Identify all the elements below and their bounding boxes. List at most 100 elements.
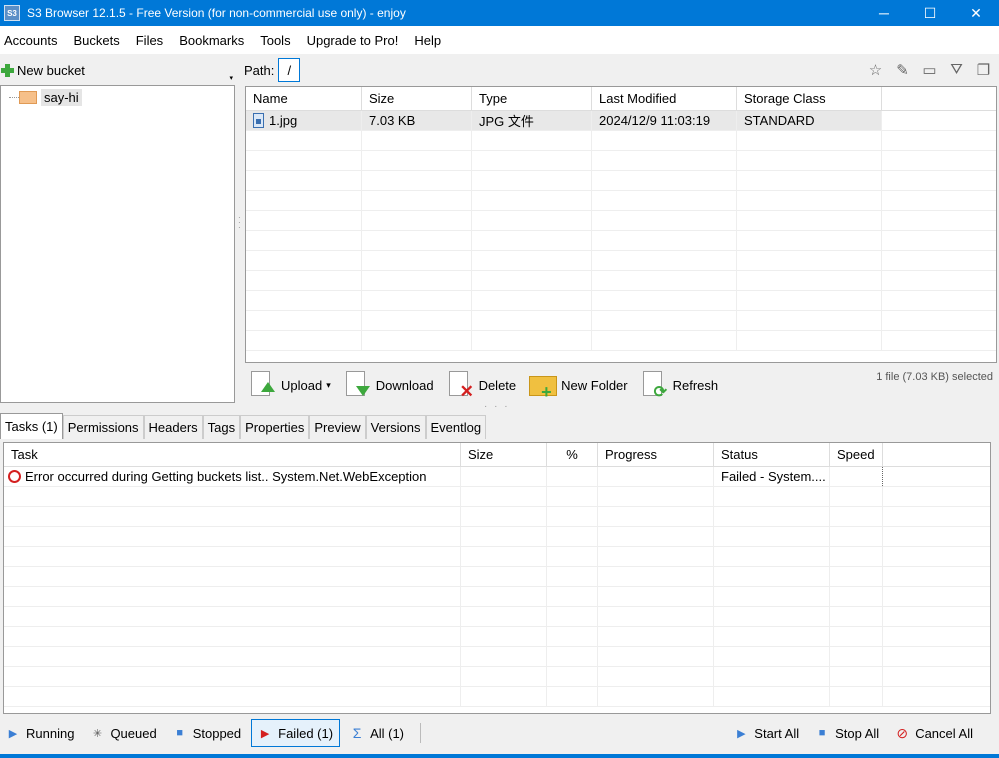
column-header-storage-class[interactable]: Storage Class [737, 87, 882, 110]
selection-status: 1 file (7.03 KB) selected [876, 371, 993, 383]
empty-row [246, 251, 996, 271]
filter-icon[interactable]: ⛛ [947, 60, 966, 79]
edit-icon[interactable]: ✎ [893, 60, 912, 79]
empty-row [246, 151, 996, 171]
new-bucket-button[interactable]: New bucket ▾ [0, 56, 236, 84]
play-icon: ▶ [8, 727, 18, 740]
new-folder-icon: + [529, 370, 558, 402]
task-list-header: Task Size % Progress Status Speed [4, 443, 990, 467]
window-icon[interactable]: ▭ [920, 60, 939, 79]
file-list-header: Name Size Type Last Modified Storage Cla… [246, 87, 996, 111]
filter-stopped-button[interactable]: ■ Stopped [167, 719, 247, 747]
empty-row [4, 567, 990, 587]
bucket-tree[interactable]: say-hi [0, 85, 235, 403]
star-icon[interactable]: ☆ [866, 60, 885, 79]
tab-tags[interactable]: Tags [202, 415, 241, 439]
file-list[interactable]: Name Size Type Last Modified Storage Cla… [245, 86, 997, 363]
menu-buckets[interactable]: Buckets [69, 33, 123, 48]
menu-help[interactable]: Help [410, 33, 445, 48]
column-header-status[interactable]: Status [714, 443, 830, 466]
tab-eventlog[interactable]: Eventlog [425, 415, 487, 439]
tab-preview[interactable]: Preview [309, 415, 366, 439]
vertical-splitter[interactable]: · · · [238, 214, 241, 232]
delete-label: Delete [478, 377, 517, 393]
column-header-task[interactable]: Task [4, 443, 461, 466]
task-progress [598, 467, 714, 486]
column-header-speed[interactable]: Speed [830, 443, 883, 466]
empty-row [246, 291, 996, 311]
download-button[interactable]: Download [340, 367, 434, 403]
filter-failed-button[interactable]: ▶ Failed (1) [251, 719, 341, 747]
stop-all-button[interactable]: ■ Stop All [809, 719, 885, 747]
all-label: All (1) [370, 725, 405, 741]
failed-icon: ▶ [260, 727, 270, 740]
start-all-button[interactable]: ▶ Start All [728, 719, 805, 747]
stopped-label: Stopped [192, 725, 242, 741]
filter-all-button[interactable]: Σ All (1) [344, 719, 410, 747]
column-header-name[interactable]: Name [246, 87, 362, 110]
task-list[interactable]: Task Size % Progress Status Speed Error … [3, 442, 991, 714]
tab-headers[interactable]: Headers [143, 415, 203, 439]
window-title: S3 Browser 12.1.5 - Free Version (for no… [27, 6, 406, 20]
menu-upgrade[interactable]: Upgrade to Pro! [303, 33, 403, 48]
column-header-progress[interactable]: Progress [598, 443, 714, 466]
column-header-size[interactable]: Size [461, 443, 547, 466]
tab-permissions[interactable]: Permissions [62, 415, 144, 439]
task-filter-bar: ▶ Running ✳ Queued ■ Stopped ▶ Failed (1… [0, 716, 999, 750]
path-label: Path: [244, 62, 275, 78]
empty-row [4, 687, 990, 707]
new-bucket-label: New bucket [17, 62, 85, 78]
file-name-cell: 1.jpg [246, 111, 362, 130]
cancel-all-button[interactable]: ⊘ Cancel All [889, 719, 979, 747]
tab-tasks[interactable]: Tasks (1) [0, 413, 63, 439]
column-header-type[interactable]: Type [472, 87, 592, 110]
empty-row [4, 487, 990, 507]
path-input[interactable]: / [278, 58, 301, 82]
close-button[interactable]: ✕ [953, 0, 999, 26]
column-header-size[interactable]: Size [362, 87, 472, 110]
tab-properties[interactable]: Properties [240, 415, 310, 439]
empty-row [4, 667, 990, 687]
upload-icon [249, 370, 277, 400]
chevron-down-icon[interactable]: ▾ [326, 380, 331, 391]
failed-label: Failed (1) [278, 725, 334, 741]
tree-item-bucket[interactable]: say-hi [9, 89, 82, 106]
error-icon [8, 470, 21, 483]
bucket-label: say-hi [41, 89, 82, 106]
empty-row [246, 211, 996, 231]
file-row[interactable]: 1.jpg 7.03 KB JPG 文件 2024/12/9 11:03:19 … [246, 111, 996, 131]
tab-versions[interactable]: Versions [365, 415, 426, 439]
empty-row [246, 331, 996, 351]
start-all-icon: ▶ [737, 727, 746, 740]
bucket-icon [19, 91, 37, 104]
task-row[interactable]: Error occurred during Getting buckets li… [4, 467, 990, 487]
upload-button[interactable]: Upload ▾ [245, 367, 331, 403]
delete-button[interactable]: ✕ Delete [443, 367, 517, 403]
empty-row [246, 171, 996, 191]
menu-files[interactable]: Files [132, 33, 167, 48]
refresh-button[interactable]: ⟳ Refresh [637, 367, 718, 403]
new-folder-button[interactable]: + New Folder [525, 367, 628, 403]
chevron-down-icon[interactable]: ▾ [229, 74, 233, 82]
download-label: Download [375, 377, 434, 393]
menu-tools[interactable]: Tools [256, 33, 294, 48]
menu-bookmarks[interactable]: Bookmarks [175, 33, 248, 48]
column-header-percent[interactable]: % [547, 443, 598, 466]
filter-queued-button[interactable]: ✳ Queued [84, 719, 162, 747]
empty-row [4, 607, 990, 627]
start-all-label: Start All [754, 725, 800, 741]
task-text: Error occurred during Getting buckets li… [25, 469, 427, 484]
file-name: 1.jpg [269, 113, 298, 128]
filter-running-button[interactable]: ▶ Running [0, 719, 80, 747]
file-type: JPG 文件 [472, 111, 592, 130]
column-header-last-modified[interactable]: Last Modified [592, 87, 737, 110]
copy-icon[interactable]: ❐ [974, 60, 993, 79]
minimize-button[interactable]: ─ [861, 0, 907, 26]
upload-label: Upload [281, 377, 323, 393]
maximize-button[interactable]: ☐ [907, 0, 953, 26]
menu-accounts[interactable]: Accounts [0, 33, 61, 48]
empty-row [246, 191, 996, 211]
horizontal-splitter[interactable]: · · · [484, 401, 510, 412]
empty-row [246, 131, 996, 151]
new-folder-label: New Folder [561, 377, 628, 393]
